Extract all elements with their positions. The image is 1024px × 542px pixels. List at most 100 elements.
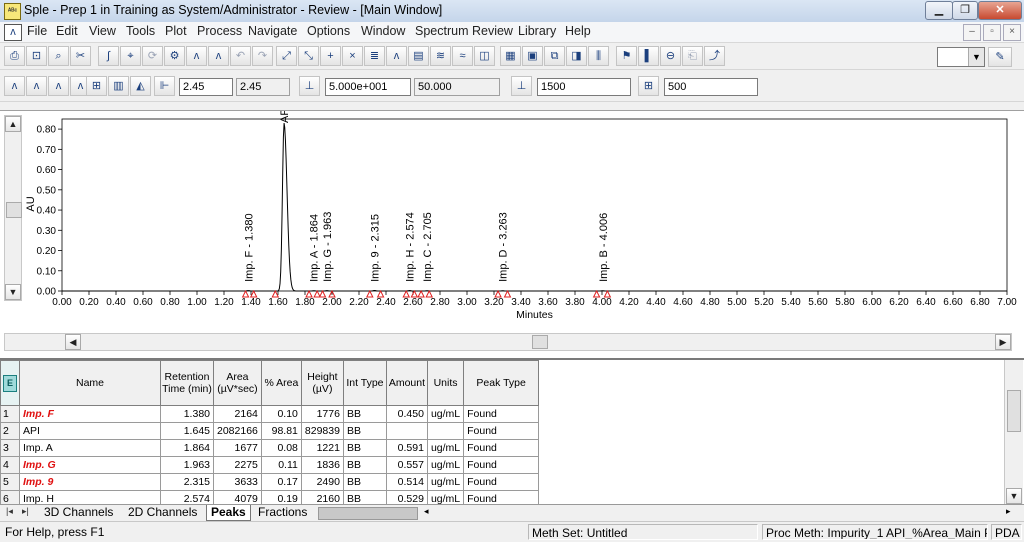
tab-2d-channels[interactable]: 2D Channels	[124, 505, 201, 520]
cell-rt[interactable]: 2.315	[160, 473, 214, 491]
cell-amount[interactable]: 0.591	[385, 439, 428, 457]
cell-name[interactable]: API	[19, 422, 161, 440]
overlay-chromatograms-icon[interactable]: ʌ	[4, 76, 25, 96]
quantitate-icon[interactable]: ⌖	[120, 46, 141, 66]
cell-pct-area[interactable]: 0.10	[260, 405, 302, 423]
child-close-button[interactable]: ×	[1003, 24, 1021, 41]
cell-pct-area[interactable]: 0.08	[260, 439, 302, 457]
toolbar-dropdown[interactable]: ▼	[937, 47, 985, 67]
cell-area[interactable]: 2082166	[213, 422, 262, 440]
peak-width-input[interactable]: 500	[664, 78, 758, 96]
run-icon[interactable]: ⚑	[616, 46, 637, 66]
header-area[interactable]: Area (µV*sec)	[213, 360, 262, 406]
cell-name[interactable]: Imp. A	[19, 439, 161, 457]
redo-icon[interactable]: ↷	[252, 46, 273, 66]
tab-3d-channels[interactable]: 3D Channels	[40, 505, 117, 520]
cell-amount[interactable]: 0.450	[385, 405, 428, 423]
cell-name[interactable]: Imp. F	[19, 405, 161, 423]
cell-peak-type[interactable]: Found	[463, 439, 540, 457]
scroll-up-icon[interactable]: ▲	[5, 116, 21, 132]
rescale-icon[interactable]: ◭	[130, 76, 151, 96]
tab-peaks[interactable]: Peaks	[206, 505, 251, 521]
overlay-icon[interactable]: ≈	[452, 46, 473, 66]
method-icon[interactable]: ≣	[364, 46, 385, 66]
menu-edit[interactable]: Edit	[56, 24, 78, 38]
cell-name[interactable]: Imp. G	[19, 456, 161, 474]
row-number[interactable]: 2	[0, 422, 20, 440]
header-amount[interactable]: Amount	[385, 360, 428, 406]
library-icon[interactable]: ▤	[408, 46, 429, 66]
peak-width-icon[interactable]: ⊞	[638, 76, 659, 96]
scroll-left-icon[interactable]: ◀	[65, 334, 81, 350]
cell-rt[interactable]: 1.645	[160, 422, 214, 440]
peak-delete-icon[interactable]: ×	[342, 46, 363, 66]
child-restore-button[interactable]: ▫	[983, 24, 1001, 41]
header-int-type[interactable]: Int Type	[342, 360, 387, 406]
spectrum-icon[interactable]: ʌ	[386, 46, 407, 66]
peak-icon-2[interactable]: ʌ	[208, 46, 229, 66]
table-row[interactable]: 5 Imp. 9 2.315 3633 0.17 2490 BB 0.514 ug/mL Foun…	[0, 473, 540, 491]
print-icon[interactable]: ⎙	[4, 46, 25, 66]
eraser-icon[interactable]: ✎	[988, 47, 1012, 67]
export-icon[interactable]: ⤴	[704, 46, 725, 66]
split-icon[interactable]: ⫼	[588, 46, 609, 66]
cell-pct-area[interactable]: 0.17	[260, 473, 302, 491]
threshold-icon[interactable]: ⊥	[511, 76, 532, 96]
table-row[interactable]: 2 API 1.645 2082166 98.81 829839 BB Found	[0, 422, 540, 440]
cell-amount[interactable]: 0.557	[385, 456, 428, 474]
mirror-icon[interactable]: ʌ	[26, 76, 47, 96]
header-units[interactable]: Units	[426, 360, 465, 406]
zoom-out-icon[interactable]: ⤡	[298, 46, 319, 66]
cell-units[interactable]: ug/mL	[426, 473, 465, 491]
integrate-icon[interactable]: ∫	[98, 46, 119, 66]
peak-icon-1[interactable]: ʌ	[186, 46, 207, 66]
cell-amount[interactable]	[385, 422, 428, 440]
row-number[interactable]: 1	[0, 405, 20, 423]
menu-library[interactable]: Library	[518, 24, 556, 38]
child-minimize-button[interactable]: –	[963, 24, 981, 41]
normalize-icon[interactable]: ʌ	[48, 76, 69, 96]
menu-navigate[interactable]: Navigate	[248, 24, 297, 38]
cut-icon[interactable]: ✂	[70, 46, 91, 66]
cell-int-type[interactable]: BB	[342, 422, 387, 440]
restore-button[interactable]: ❐	[952, 1, 978, 20]
table-row[interactable]: 1 Imp. F 1.380 2164 0.10 1776 BB 0.450 ug/mL Foun…	[0, 405, 540, 423]
peak-add-icon[interactable]: +	[320, 46, 341, 66]
scale-y-icon[interactable]: ⊥	[299, 76, 320, 96]
cell-int-type[interactable]: BB	[342, 405, 387, 423]
find-icon[interactable]: ⌕	[48, 46, 69, 66]
tab-nav-next-icon[interactable]: ▸|	[22, 506, 29, 517]
table-row[interactable]: 3 Imp. A 1.864 1677 0.08 1221 BB 0.591 ug/mL Foun…	[0, 439, 540, 457]
cell-amount[interactable]: 0.514	[385, 473, 428, 491]
cell-pct-area[interactable]: 0.11	[260, 456, 302, 474]
cell-name[interactable]: Imp. 9	[19, 473, 161, 491]
menu-view[interactable]: View	[89, 24, 116, 38]
cell-int-type[interactable]: BB	[342, 439, 387, 457]
cell-int-type[interactable]: BB	[342, 456, 387, 474]
row-number[interactable]: 5	[0, 473, 20, 491]
cascade-icon[interactable]: ⧉	[544, 46, 565, 66]
cell-peak-type[interactable]: Found	[463, 405, 540, 423]
table-row[interactable]: 4 Imp. G 1.963 2275 0.11 1836 BB 0.557 ug/mL Foun…	[0, 456, 540, 474]
chart-vertical-scrollbar[interactable]: ▲ ▼	[4, 115, 22, 301]
cell-height[interactable]: 2490	[300, 473, 344, 491]
cell-pct-area[interactable]: 98.81	[260, 422, 302, 440]
cell-units[interactable]	[426, 422, 465, 440]
chevron-down-icon[interactable]: ▼	[968, 48, 984, 66]
cell-height[interactable]: 1776	[300, 405, 344, 423]
cell-height[interactable]: 829839	[300, 422, 344, 440]
retention-time-input-1[interactable]: 2.45	[179, 78, 233, 96]
retention-range-icon[interactable]: ⊩	[154, 76, 175, 96]
header-pct-area[interactable]: % Area	[260, 360, 302, 406]
plot-icon[interactable]: ◨	[566, 46, 587, 66]
table-vertical-scrollbar[interactable]: ▼	[1004, 360, 1023, 506]
calibrate-icon[interactable]: ⟳	[142, 46, 163, 66]
scale-value-input-1[interactable]: 5.000e+001	[325, 78, 411, 96]
cell-units[interactable]: ug/mL	[426, 456, 465, 474]
threshold-input[interactable]: 1500	[537, 78, 631, 96]
scroll-right-icon[interactable]: ▶	[995, 334, 1011, 350]
cell-units[interactable]: ug/mL	[426, 439, 465, 457]
scroll-down-icon[interactable]: ▼	[5, 284, 21, 300]
tile-chrom-icon[interactable]: ⊞	[86, 76, 107, 96]
menu-spectrum-review[interactable]: Spectrum Review	[415, 24, 513, 38]
